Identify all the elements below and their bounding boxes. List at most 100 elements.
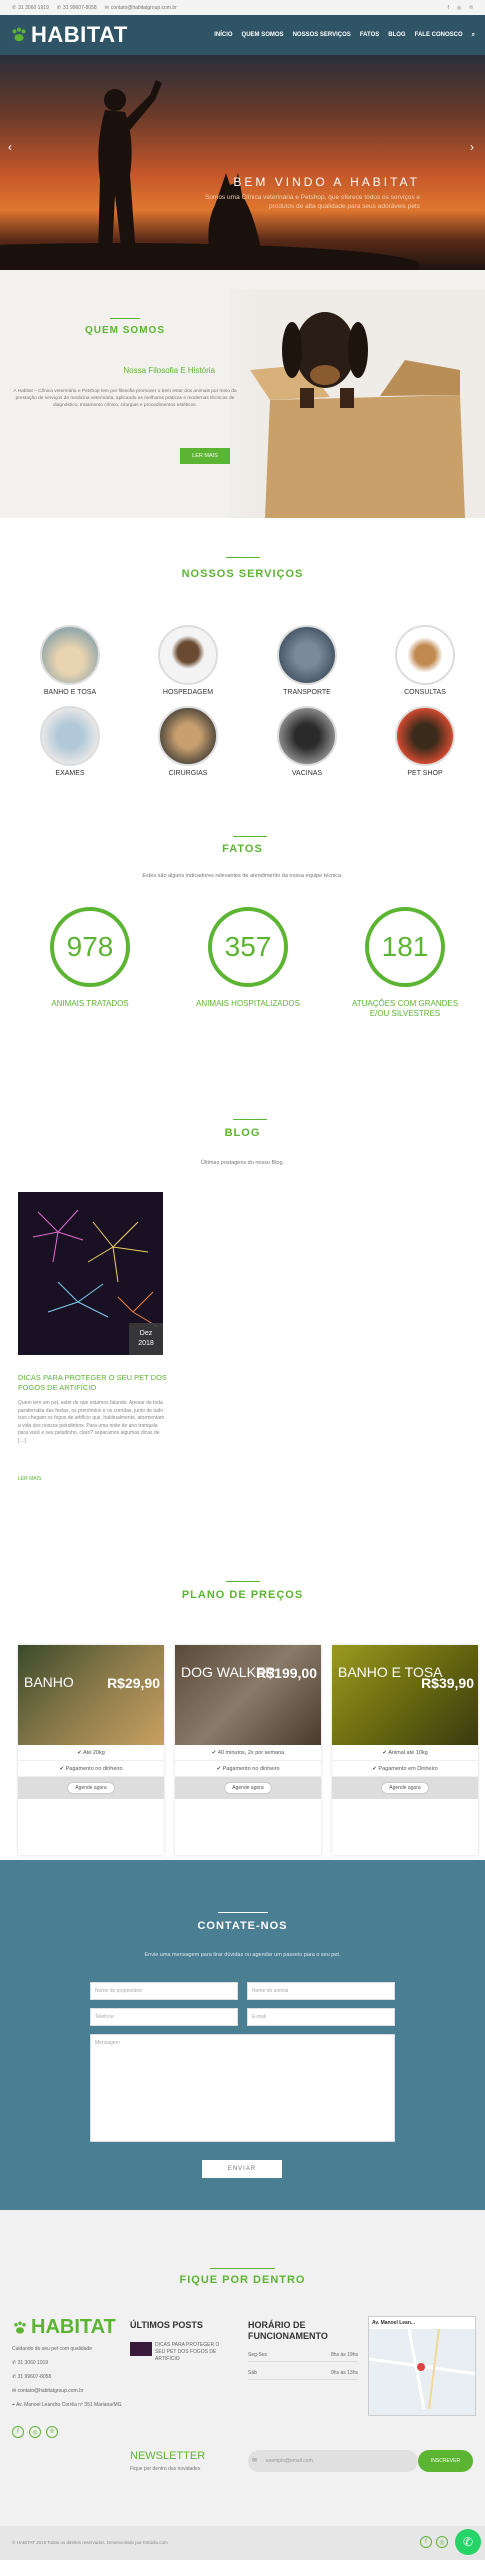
slider-next-icon[interactable]: › [470, 140, 474, 154]
search-icon[interactable]: ⌕ [472, 32, 475, 39]
latest-post-link[interactable]: DICAS PARA PROTEGER O SEU PET DOS FOGOS … [155, 2342, 230, 2363]
facebook-icon[interactable]: f [420, 2536, 432, 2548]
owner-name-input[interactable]: Nome do proprietário [90, 1982, 238, 2000]
plan-feature: ✔ Animal até 10kg [332, 1745, 478, 1761]
footer-logo[interactable]: HABITAT [12, 2316, 116, 2339]
service-banho-tosa[interactable]: BANHO E TOSA [38, 625, 102, 696]
read-more-button[interactable]: LER MAIS [180, 448, 230, 464]
contact-section: CONTATE-NOS Envie uma mensagem para tira… [0, 1860, 485, 2210]
paw-logo-icon [14, 2320, 26, 2334]
plan-image: DOG WALKER R$199,00 [175, 1645, 321, 1745]
latest-post-thumb[interactable] [130, 2342, 152, 2356]
hours-row: Seg-Sex 8hs às 19hs [248, 2352, 358, 2362]
instagram-icon[interactable]: ◎ [29, 2426, 41, 2438]
hero-slider: BEM VINDO A HABITAT Somos uma Clínica ve… [0, 55, 485, 270]
plan-card-banho: BANHO R$29,90 ✔ Até 20kg ✔ Pagamento no … [18, 1645, 164, 1855]
plan-feature: ✔ Pagamento em Dinheiro [332, 1761, 478, 1777]
slider-prev-icon[interactable]: ‹ [8, 140, 12, 154]
plan-book-button[interactable]: Agende agora [224, 1782, 272, 1794]
service-image [277, 706, 337, 766]
phone-icon: ✆ [12, 4, 17, 11]
blog-divider [233, 1119, 267, 1120]
dog-in-box-image [230, 290, 485, 518]
facebook-icon[interactable]: f [448, 5, 449, 11]
footer-phone2[interactable]: ✆ 31 99607-8058 [12, 2374, 51, 2380]
fact-number: 978 [50, 907, 130, 987]
plan-feature: ✔ 40 minutos, 2x por semana [175, 1745, 321, 1761]
footer-email[interactable]: ✉ contato@habitatgroup.com.br [12, 2388, 84, 2394]
paw-logo-icon [12, 27, 26, 42]
plan-price: R$29,90 [107, 1675, 160, 1691]
service-image [277, 625, 337, 685]
phone-input[interactable]: Telefone [90, 2008, 238, 2026]
newsletter-email-input[interactable]: exemplo@email.com [248, 2450, 418, 2472]
plan-price: R$39,90 [421, 1675, 474, 1691]
plans-title: PLANO DE PREÇOS [181, 1589, 304, 1601]
plan-book-button[interactable]: Agende agora [381, 1782, 429, 1794]
plans-divider [226, 1581, 260, 1582]
service-image [395, 625, 455, 685]
main-nav: INÍCIO QUEM SOMOS NOSSOS SERVIÇOS FATOS … [214, 32, 475, 39]
plan-book-button[interactable]: Agende agora [67, 1782, 115, 1794]
mobile-item[interactable]: ✆ 31 99607-8058 [57, 5, 97, 11]
nav-fatos[interactable]: FATOS [360, 32, 379, 39]
facebook-icon[interactable]: f [12, 2426, 24, 2438]
message-textarea[interactable]: Mensagem [90, 2034, 395, 2142]
logo[interactable]: HABITAT [10, 22, 128, 48]
fact-number: 357 [208, 907, 288, 987]
follow-divider [210, 2268, 275, 2269]
footer-phone1[interactable]: ✆ 31 3060 1919 [12, 2360, 48, 2366]
fact-number: 181 [365, 907, 445, 987]
fact-label: ATUAÇÕES COM GRANDES E/OU SILVESTRES [351, 999, 459, 1018]
nav-contato[interactable]: FALE CONOSCO [415, 32, 463, 39]
contact-title: CONTATE-NOS [197, 1920, 288, 1932]
send-button[interactable]: ENVIAR [202, 2160, 282, 2178]
map-widget[interactable]: Av. Manoel Lean... [368, 2316, 476, 2416]
service-image [158, 625, 218, 685]
pinterest-icon[interactable]: ℗ [46, 2426, 58, 2438]
blog-post-image[interactable]: Dez 2018 [18, 1192, 163, 1355]
instagram-icon[interactable]: ◎ [436, 2536, 448, 2548]
hero-title: BEM VINDO A HABITAT [233, 175, 420, 189]
nav-blog[interactable]: BLOG [388, 32, 405, 39]
latest-posts-title: ÚLTIMOS POSTS [130, 2320, 203, 2330]
service-consultas[interactable]: CONSULTAS [393, 625, 457, 696]
fact-item: 357 ANIMAIS HOSPITALIZADOS [193, 907, 303, 1009]
fact-item: 181 ATUAÇÕES COM GRANDES E/OU SILVESTRES [350, 907, 460, 1019]
copyright-text: © HABITAT 2019 Todos os direitos reserva… [12, 2540, 168, 2545]
about-subtitle: Nossa Filosofia E História [123, 366, 215, 375]
pet-name-input[interactable]: Nome do animal [247, 1982, 395, 2000]
nav-servicos[interactable]: NOSSOS SERVIÇOS [293, 32, 351, 39]
service-vacinas[interactable]: VACINAS [275, 706, 339, 777]
map-image [369, 2328, 475, 2410]
email-input[interactable]: E-mail [247, 2008, 395, 2026]
blog-post-title[interactable]: DICAS PARA PROTEGER O SEU PET DOS FOGOS … [18, 1373, 168, 1393]
pinterest-icon[interactable]: ℗ [469, 5, 473, 11]
nav-inicio[interactable]: INÍCIO [214, 32, 232, 39]
nav-quem-somos[interactable]: QUEM SOMOS [242, 32, 284, 39]
service-image [40, 706, 100, 766]
service-exames[interactable]: EXAMES [38, 706, 102, 777]
plan-price: R$199,00 [256, 1665, 317, 1681]
service-petshop[interactable]: PET SHOP [393, 706, 457, 777]
services-divider [226, 557, 260, 558]
whatsapp-icon: ✆ [56, 4, 61, 11]
instagram-icon[interactable]: ◎ [457, 5, 461, 11]
service-cirurgias[interactable]: CIRURGIAS [156, 706, 220, 777]
plan-card-dog-walker: DOG WALKER R$199,00 ✔ 40 minutos, 2x por… [175, 1645, 321, 1855]
service-transporte[interactable]: TRANSPORTE [275, 625, 339, 696]
subscribe-button[interactable]: INSCREVER [418, 2450, 473, 2472]
about-title: QUEM SOMOS [84, 325, 165, 336]
whatsapp-float-icon[interactable]: ✆ [455, 2529, 481, 2555]
service-hospedagem[interactable]: HOSPEDAGEM [156, 625, 220, 696]
plan-image: BANHO E TOSA R$39,90 [332, 1645, 478, 1745]
blog-read-more-link[interactable]: LER MAIS [18, 1476, 41, 1482]
phone-item[interactable]: ✆ 31 3060 1919 [12, 5, 49, 11]
hours-row: Sáb 9hs às 13hs [248, 2370, 358, 2380]
follow-title: FIQUE POR DENTRO [179, 2274, 306, 2286]
blog-post-excerpt: Quem tem um pet, sabe do que estamos fal… [18, 1400, 165, 1444]
plan-name: BANHO [24, 1674, 74, 1690]
footer-address: ⌖ Av. Manoel Leandro Corrêa nº 351 Maria… [12, 2402, 122, 2408]
email-item[interactable]: ✉ contato@habitatgroup.com.br [105, 5, 177, 11]
footer: FIQUE POR DENTRO HABITAT Cuidando do seu… [0, 2210, 485, 2560]
